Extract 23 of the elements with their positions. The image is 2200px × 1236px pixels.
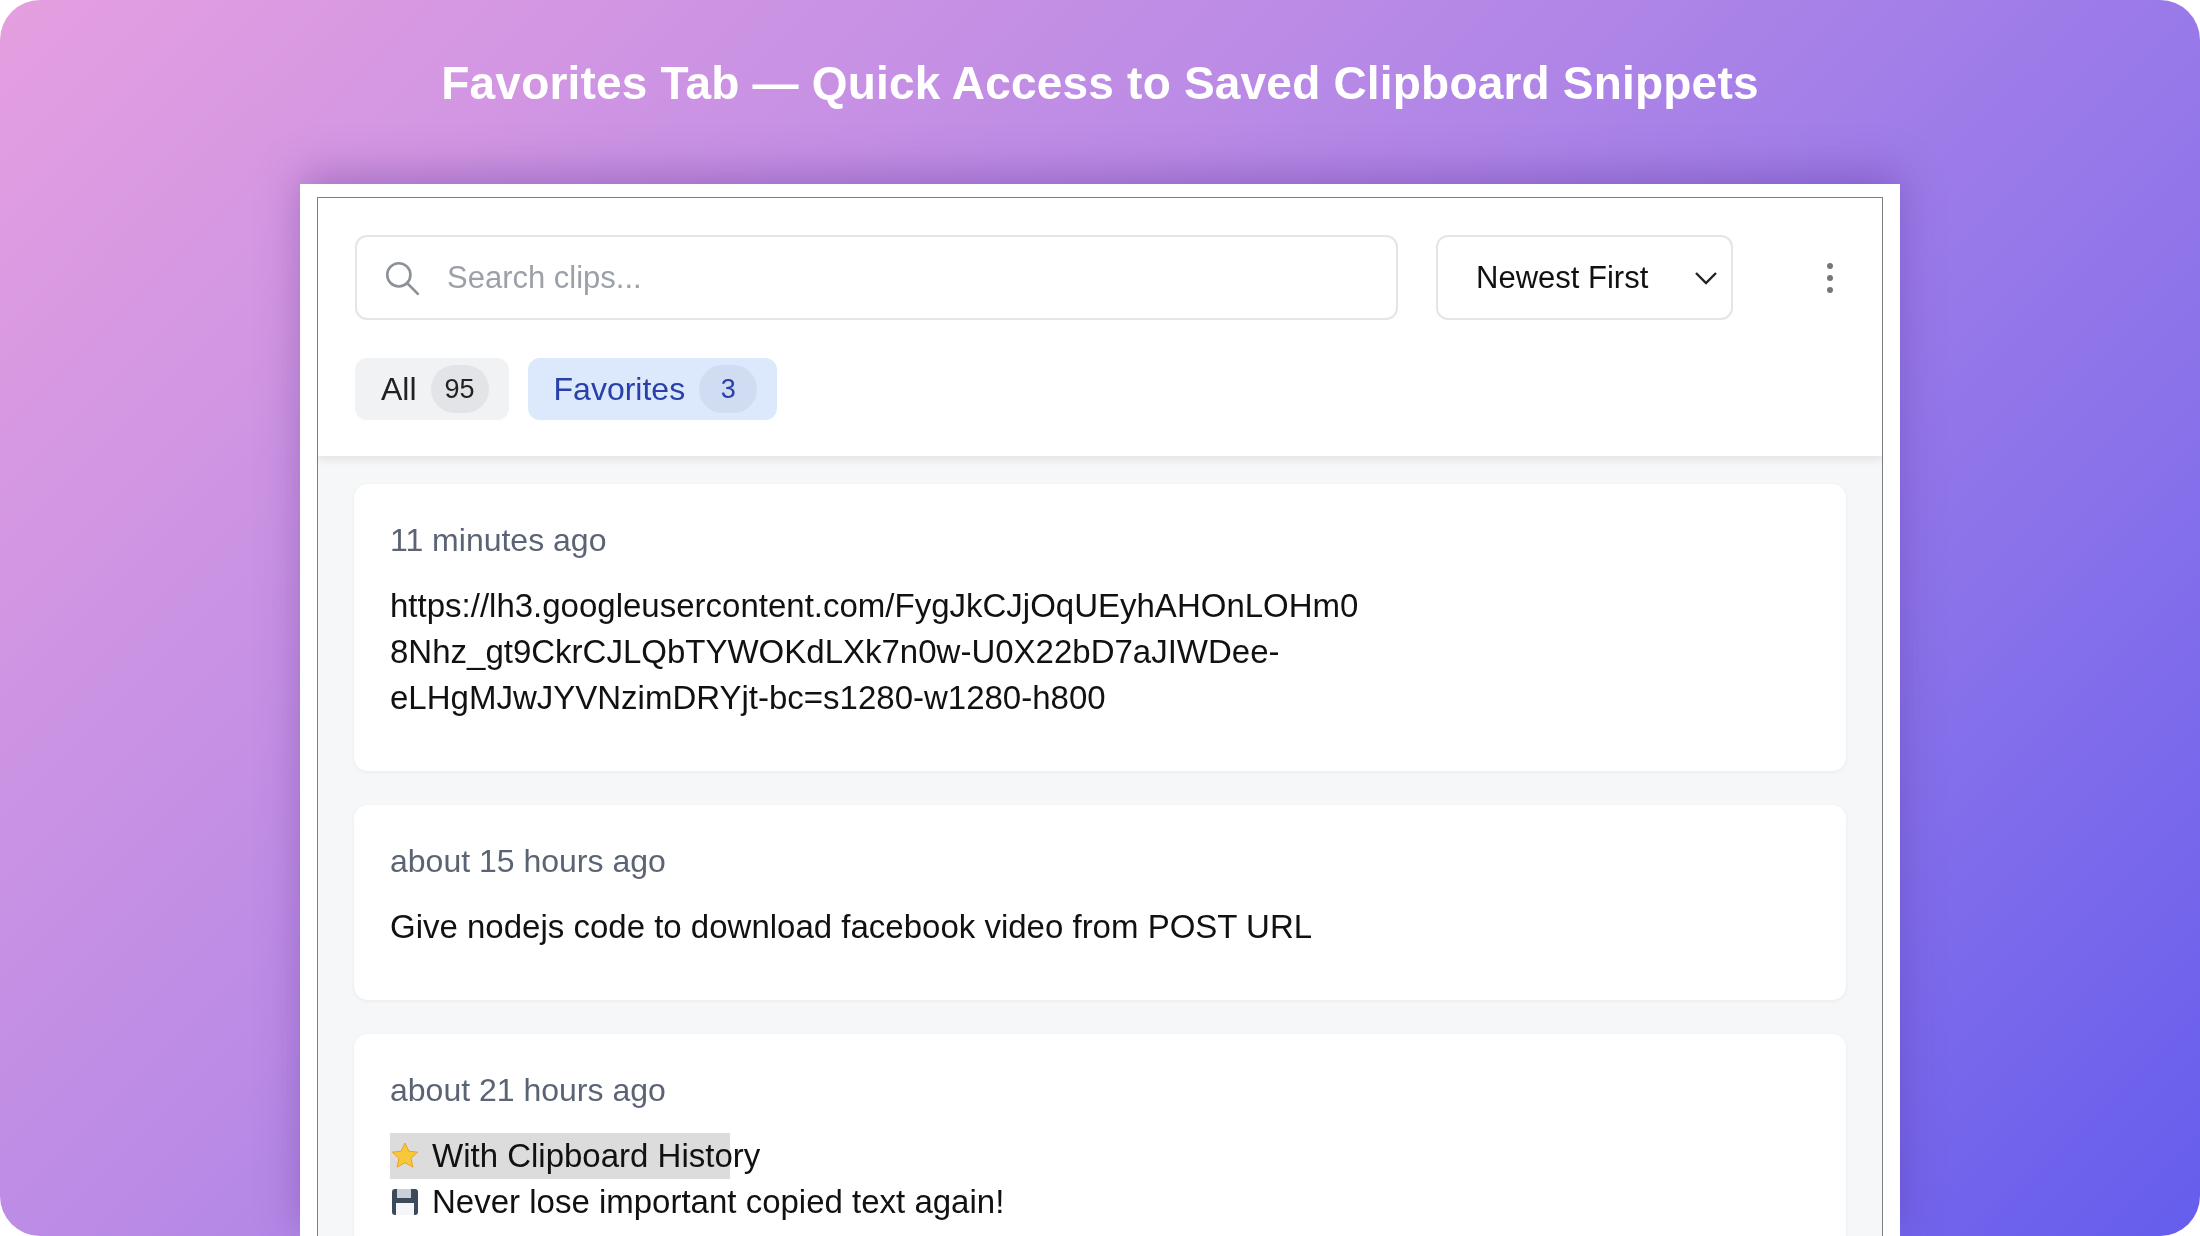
clip-text: With Clipboard History	[432, 1136, 761, 1176]
filter-tab[interactable]: All 95	[355, 358, 509, 420]
search-icon	[383, 259, 421, 297]
clip-card[interactable]: about 21 hours ago With Clipboard History Never lose important copied text again!	[354, 1034, 1846, 1236]
clip-text: https://lh3.googleusercontent.com/FygJkCJjOqUEyhAHOnLOHm0	[390, 586, 1359, 626]
count-badge: 95	[430, 365, 489, 413]
clip-timestamp: 11 minutes ago	[390, 522, 607, 559]
clip-timestamp: about 15 hours ago	[390, 843, 666, 880]
more-options-icon[interactable]	[1825, 261, 1835, 294]
sort-dropdown[interactable]: Newest First	[1436, 235, 1733, 320]
clip-text: Give nodejs code to download facebook video from POST URL	[390, 907, 1313, 947]
clip-card[interactable]: about 15 hours ago Give nodejs code to download facebook video from POST URL	[354, 805, 1846, 1000]
clip-text: 8Nhz_gt9CkrCJLQbTYWOKdLXk7n0w-U0X22bD7aJIWDee-	[390, 632, 1280, 672]
glowing-star-icon	[390, 1141, 420, 1171]
filter-tab[interactable]: Favorites 3	[527, 358, 778, 420]
clip-card[interactable]: 11 minutes ago https://lh3.googleusercontent.com/FygJkCJjOqUEyhAHOnLOHm0 8Nhz_gt9CkrCJLQbTYWOKdLXk7n0w-U0X22bD7aJIWDee- eLHgMJwJYVNzimDRYjt-bc=s1280-w1280-h800	[354, 484, 1846, 771]
clip-timestamp: about 21 hours ago	[390, 1072, 666, 1109]
clip-text: eLHgMJwJYVNzimDRYjt-bc=s1280-w1280-h800	[390, 678, 1106, 718]
page-title: Favorites Tab — Quick Access to Saved Clipboard Snippets	[441, 56, 1759, 111]
count-badge: 3	[699, 365, 758, 413]
chevron-down-icon	[1693, 269, 1719, 286]
search-field[interactable]: Search clips...	[355, 235, 1398, 320]
clip-text: Never lose important copied text again!	[432, 1182, 1005, 1222]
